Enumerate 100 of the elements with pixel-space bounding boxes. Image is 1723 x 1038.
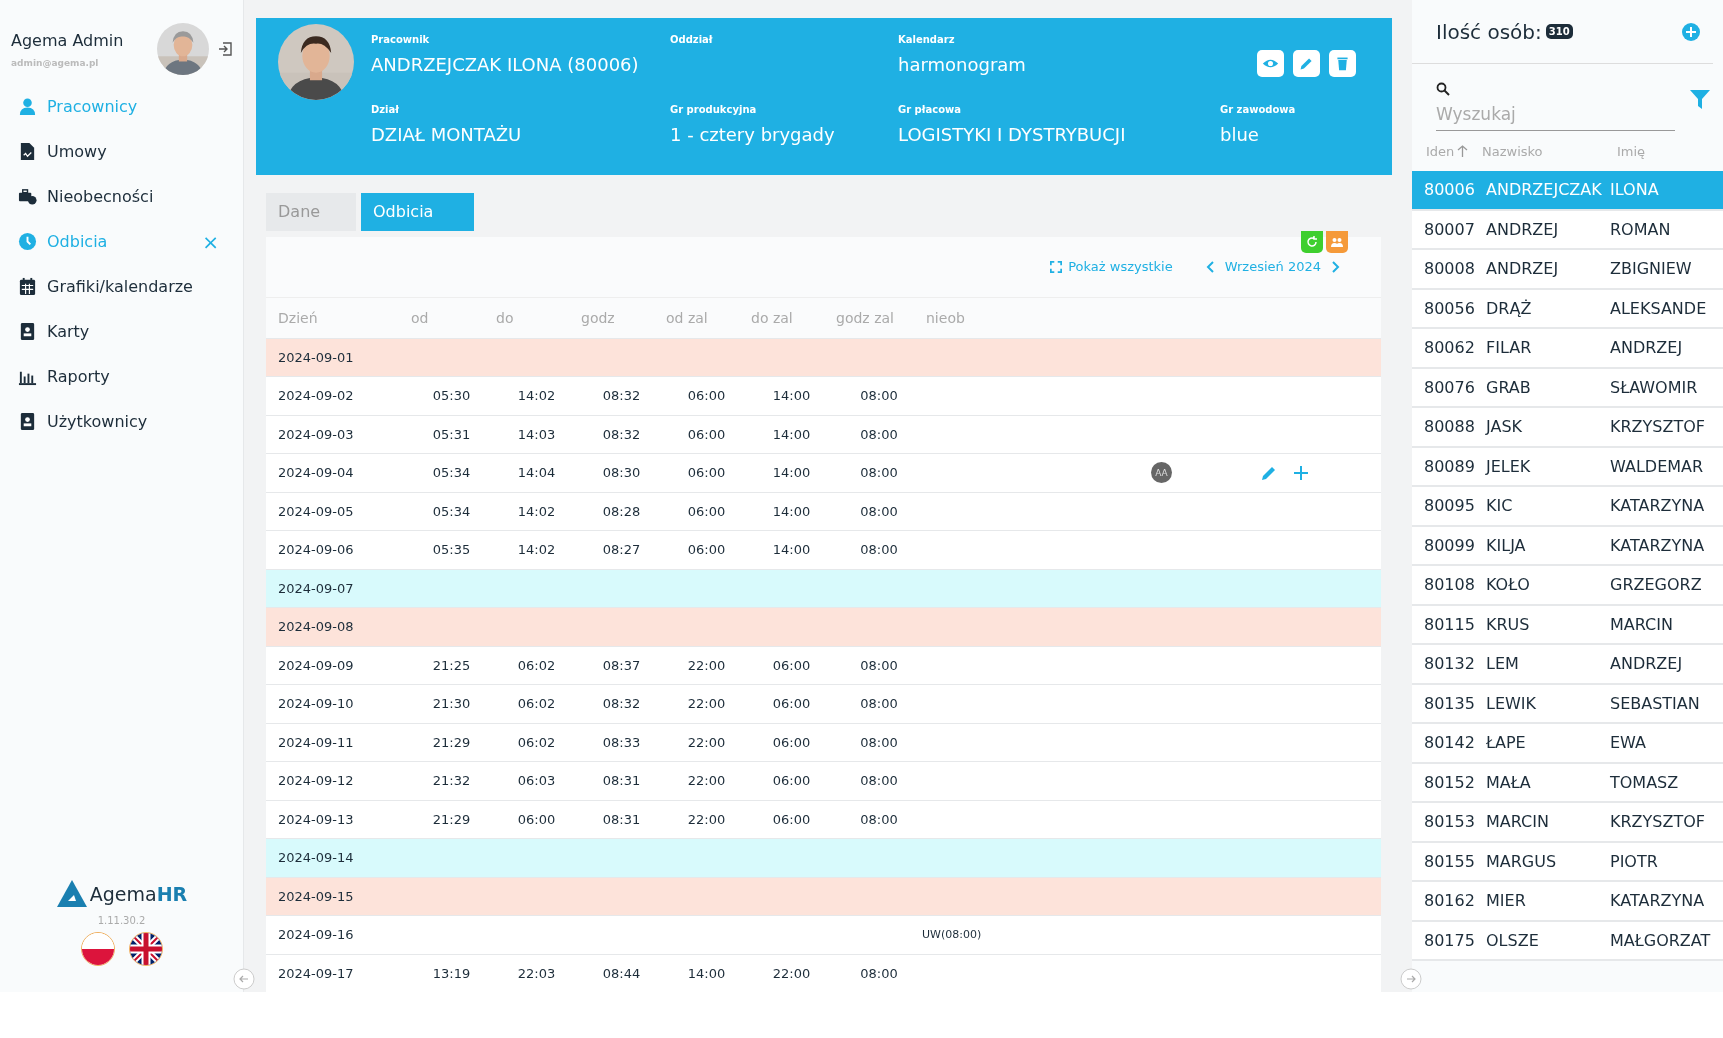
table-cell-text: 06:00 (771, 810, 812, 829)
employee-surname: KRUS (1486, 614, 1531, 634)
table-cell-text: 08:44 (601, 964, 642, 983)
employee-row[interactable]: 80056 DRĄŻ ALEKSANDE (1412, 289, 1723, 329)
employee-row[interactable]: 80099 KILJA KATARZYNA (1412, 526, 1723, 566)
table-cell-text: 06:00 (686, 464, 727, 483)
field-label: Gr płacowa (898, 104, 963, 115)
employee-row[interactable]: 80008 ANDRZEJ ZBIGNIEW (1412, 250, 1723, 290)
field-label: Gr produkcyjna (670, 104, 758, 115)
field-value: LOGISTYKI I DYSTRYBUCJI (898, 124, 1127, 145)
employee-id: 80006 (1424, 180, 1476, 200)
employee-row[interactable]: 80088 JASK KRZYSZTOF (1412, 408, 1723, 448)
employee-row[interactable]: 80153 MARCIN KRZYSZTOF (1412, 803, 1723, 843)
people-status-badge[interactable] (1326, 230, 1348, 253)
table-cell-text: 14:00 (771, 425, 812, 444)
employee-row[interactable]: 80062 FILAR ANDRZEJ (1412, 329, 1723, 369)
table-cell-text: 08:00 (859, 464, 899, 483)
employee-surname: OLSZE (1486, 930, 1540, 950)
table-cell-text: 21:29 (431, 810, 472, 829)
table-cell-text: 21:30 (431, 695, 472, 714)
employee-row[interactable]: 80089 JELEK WALDEMAR (1412, 447, 1723, 487)
panel-title: Ilość osób: (1436, 19, 1542, 44)
employee-surname: KIC (1486, 496, 1514, 516)
expand-panel-icon[interactable] (1400, 968, 1422, 990)
table-cell-text: 22:00 (686, 810, 727, 829)
table-cell-text: 08:32 (601, 387, 642, 406)
employee-first-name: MARCIN (1610, 614, 1673, 634)
sync-status-badge[interactable] (1301, 230, 1323, 253)
sort-arrow-icon[interactable] (1457, 145, 1469, 157)
table-cell-text: 08:00 (859, 772, 899, 791)
employee-row[interactable]: 80007 ANDRZEJ ROMAN (1412, 210, 1723, 250)
employee-row[interactable]: 80152 MAŁA TOMASZ (1412, 763, 1723, 803)
table-cell-text: 08:27 (601, 541, 642, 560)
delete-button[interactable] (1329, 50, 1356, 77)
chevron-right-icon[interactable] (1329, 259, 1341, 274)
nav-item[interactable]: Grafiki/kalendarze (47, 277, 219, 296)
table-cell-text: 2024-09-01 (277, 348, 355, 367)
table-cell-text: 06:00 (686, 425, 727, 444)
table-cell-text: 06:00 (771, 695, 812, 714)
add-icon[interactable] (1681, 21, 1701, 42)
employee-row[interactable]: 80135 LEWIK SEBASTIAN (1412, 684, 1723, 724)
nav-item[interactable]: Karty (47, 322, 219, 341)
table-cell-text: 21:25 (431, 656, 472, 675)
employee-first-name: ANDRZEJ (1610, 654, 1683, 674)
employee-row[interactable]: 80115 KRUS MARCIN (1412, 605, 1723, 645)
poland-flag-icon[interactable] (80, 932, 115, 966)
view-button[interactable] (1257, 50, 1284, 77)
employee-id: 80095 (1424, 496, 1476, 516)
user-email: admin@agema.pl (11, 57, 100, 68)
employee-id: 80062 (1424, 338, 1476, 358)
logout-icon[interactable] (217, 41, 233, 57)
table-cell-text: 2024-09-13 (277, 810, 355, 829)
field-label: Dział (371, 104, 400, 115)
table-cell-text: 2024-09-11 (277, 733, 355, 752)
nav-item[interactable]: Umowy (47, 142, 219, 161)
employee-row[interactable]: 80132 LEM ANDRZEJ (1412, 645, 1723, 685)
employee-row[interactable]: 80155 MARGUS PIOTR (1412, 842, 1723, 882)
employee-surname: LEM (1486, 654, 1520, 674)
employee-surname: GRAB (1486, 377, 1532, 397)
table-cell-text: 08:32 (601, 695, 642, 714)
table-cell-text: 21:32 (431, 772, 472, 791)
table-cell-text: 14:00 (686, 964, 727, 983)
calendar-icon (18, 277, 37, 296)
employee-row[interactable]: 80162 MIER KATARZYNA (1412, 882, 1723, 922)
employee-id: 80007 (1424, 219, 1476, 239)
search-field[interactable]: Wyszukaj (1436, 100, 1675, 131)
table-cell-text: 2024-09-15 (277, 887, 355, 906)
uk-flag-icon[interactable] (128, 932, 163, 966)
employee-first-name: KATARZYNA (1610, 891, 1705, 911)
nav-item[interactable]: Użytkownicy (47, 412, 219, 431)
person-icon (18, 97, 37, 116)
table-cell-text: 08:00 (859, 695, 899, 714)
nav-item[interactable]: Nieobecności (47, 187, 219, 206)
table-cell-text: 08:28 (601, 502, 642, 521)
employee-row[interactable]: 80142 ŁAPE EWA (1412, 724, 1723, 764)
chevron-left-icon[interactable] (1204, 259, 1217, 274)
column-header: do zal (750, 308, 794, 328)
table-cell-text: 14:00 (771, 502, 812, 521)
employee-surname: ŁAPE (1486, 733, 1527, 753)
table-cell-text: 22:00 (771, 964, 812, 983)
field-label: Kalendarz (898, 34, 956, 45)
filter-icon[interactable] (1689, 88, 1711, 110)
table-cell-text: 14:02 (516, 387, 557, 406)
employee-row[interactable]: 80175 OLSZE MAŁGORZAT (1412, 921, 1723, 961)
nav-item[interactable]: Raporty (47, 367, 219, 386)
employee-row[interactable]: 80108 KOŁO GRZEGORZ (1412, 566, 1723, 606)
edit-button[interactable] (1293, 50, 1320, 77)
employee-surname: MIER (1486, 891, 1527, 911)
field-value: harmonogram (898, 54, 1027, 75)
table-cell-text: 2024-09-17 (277, 964, 355, 983)
table-cell-text: 2024-09-14 (277, 849, 355, 868)
table-cell-text: 2024-09-03 (277, 425, 355, 444)
employee-first-name: WALDEMAR (1610, 456, 1704, 476)
employee-row[interactable]: 80095 KIC KATARZYNA (1412, 487, 1723, 527)
employee-first-name: KRZYSZTOF (1610, 417, 1706, 437)
count-badge: 310 (1545, 24, 1573, 39)
employee-row[interactable]: 80076 GRAB SŁAWOMIR (1412, 368, 1723, 408)
collapse-icon[interactable] (233, 968, 255, 990)
table-cell-text: 22:00 (686, 695, 727, 714)
employee-surname: MARCIN (1486, 812, 1550, 832)
